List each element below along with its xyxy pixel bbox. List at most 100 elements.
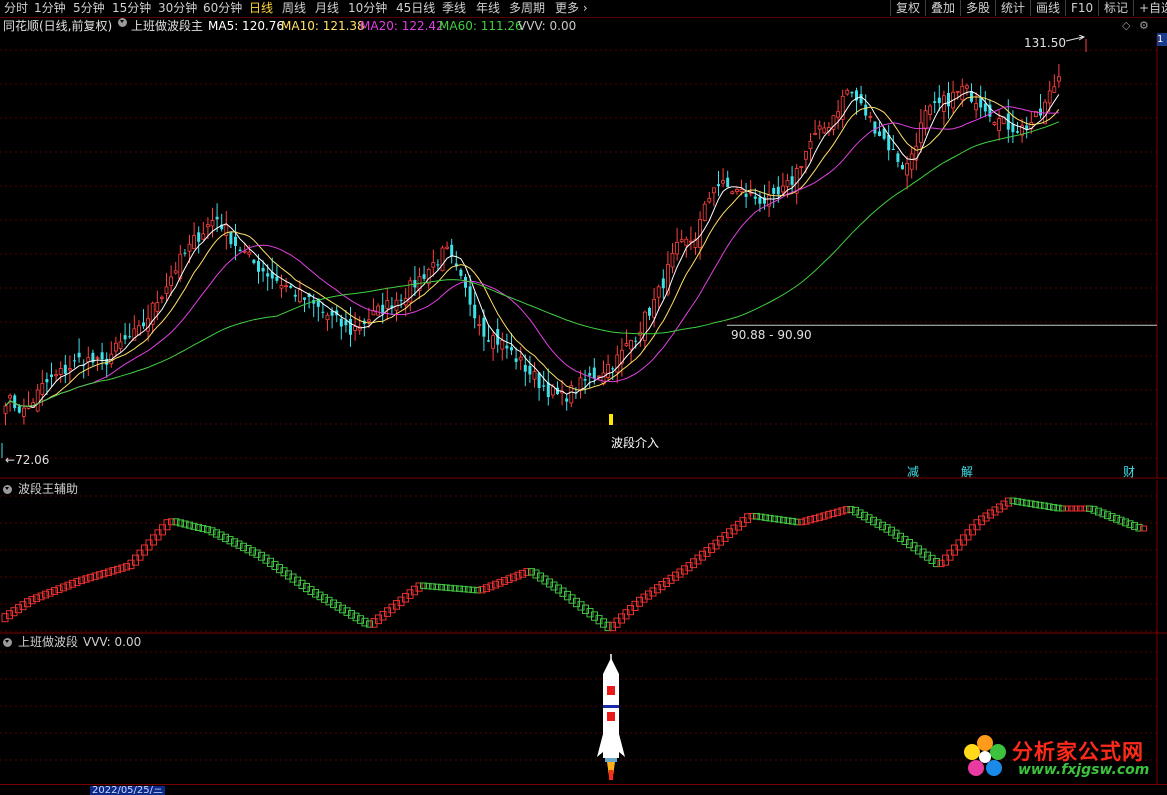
tab-yearly[interactable]: 年线 bbox=[476, 0, 500, 17]
wave-step bbox=[406, 589, 414, 599]
candle-body bbox=[896, 153, 900, 162]
period-toolbar: 分时 1分钟 5分钟 15分钟 30分钟 60分钟 日线 周线 月线 10分钟 … bbox=[0, 0, 1167, 18]
wave-step bbox=[582, 604, 589, 614]
wave-step bbox=[307, 586, 315, 595]
wave-step bbox=[267, 557, 274, 567]
candle-body bbox=[73, 360, 76, 362]
wave-step bbox=[645, 590, 652, 600]
indicator-name[interactable]: 上班做波段主 bbox=[131, 18, 203, 34]
settings-icon[interactable]: ⚙ bbox=[1139, 18, 1149, 34]
tab-30min[interactable]: 30分钟 bbox=[158, 0, 197, 17]
price-axis-tag: 1 bbox=[1157, 33, 1167, 46]
tab-monthly[interactable]: 月线 bbox=[315, 0, 339, 17]
wave-step bbox=[213, 529, 220, 538]
wave-step bbox=[496, 578, 504, 587]
candle-body bbox=[293, 294, 297, 297]
wave-step bbox=[321, 594, 328, 603]
diamond-icon[interactable]: ◇ bbox=[1122, 18, 1130, 34]
wave-step bbox=[1108, 513, 1116, 521]
wave-step bbox=[226, 536, 234, 545]
tab-multi-period[interactable]: 多周期 bbox=[509, 0, 545, 17]
event-label-finance[interactable]: 财 bbox=[1123, 465, 1135, 479]
overlay-button[interactable]: 叠加 bbox=[925, 0, 960, 16]
wave-step bbox=[1104, 511, 1111, 520]
candle-body bbox=[128, 336, 132, 338]
add-watchlist-button[interactable]: +自选 bbox=[1133, 0, 1167, 16]
price-level-label: 90.88 - 90.90 bbox=[731, 328, 812, 342]
candle-body bbox=[997, 118, 1001, 131]
wave-step bbox=[865, 514, 873, 523]
multi-stock-button[interactable]: 多股 bbox=[960, 0, 995, 16]
statistics-button[interactable]: 统计 bbox=[995, 0, 1030, 16]
wave-step bbox=[294, 576, 301, 586]
wave-step bbox=[483, 584, 490, 593]
candle-body bbox=[183, 252, 187, 254]
wave-step bbox=[393, 600, 400, 610]
wave-step bbox=[316, 591, 324, 601]
candle-body bbox=[1016, 131, 1019, 133]
event-label-reduce[interactable]: 减 bbox=[907, 465, 919, 479]
candle-body bbox=[349, 318, 352, 335]
candle-body bbox=[923, 110, 928, 130]
candle-body bbox=[266, 273, 270, 277]
candle-body bbox=[744, 193, 748, 197]
candle-body bbox=[261, 267, 265, 272]
wave-step bbox=[730, 524, 738, 535]
wave-step bbox=[33, 594, 40, 603]
wave-step bbox=[546, 578, 553, 588]
vvv-value: VVV: 0.00 bbox=[518, 19, 577, 33]
candle-body bbox=[477, 324, 482, 326]
tab-10min[interactable]: 10分钟 bbox=[348, 0, 387, 17]
wave-step bbox=[852, 506, 859, 516]
main-price-chart[interactable] bbox=[0, 35, 1167, 479]
candle-body bbox=[366, 319, 371, 322]
tab-more[interactable]: 更多 › bbox=[555, 0, 588, 17]
mark-button[interactable]: 标记 bbox=[1098, 0, 1133, 16]
tab-weekly[interactable]: 周线 bbox=[282, 0, 306, 17]
candle-body bbox=[431, 262, 436, 268]
tab-60min[interactable]: 60分钟 bbox=[203, 0, 242, 17]
wave-step bbox=[712, 539, 720, 550]
event-label-unlock[interactable]: 解 bbox=[961, 465, 973, 479]
candle-body bbox=[3, 405, 8, 414]
candle-body bbox=[661, 278, 665, 289]
rocket-body bbox=[603, 674, 619, 734]
restore-rights-button[interactable]: 复权 bbox=[890, 0, 925, 16]
tab-5min[interactable]: 5分钟 bbox=[73, 0, 105, 17]
draw-line-button[interactable]: 画线 bbox=[1030, 0, 1065, 16]
tab-15min[interactable]: 15分钟 bbox=[112, 0, 151, 17]
candle-body bbox=[804, 150, 808, 160]
candle-body bbox=[275, 276, 279, 281]
f10-button[interactable]: F10 bbox=[1065, 0, 1098, 16]
dropdown-icon[interactable] bbox=[118, 18, 127, 27]
candle-body bbox=[937, 97, 941, 104]
rocket-window bbox=[607, 712, 615, 721]
tab-1min[interactable]: 1分钟 bbox=[34, 0, 66, 17]
wave-step bbox=[699, 550, 706, 561]
tab-daily[interactable]: 日线 bbox=[249, 0, 273, 17]
wave-step bbox=[1131, 522, 1138, 530]
wave-step bbox=[676, 568, 684, 578]
wave-step bbox=[586, 608, 594, 618]
wave-step bbox=[231, 538, 238, 547]
candle-body bbox=[776, 186, 780, 195]
wave-indicator-chart[interactable] bbox=[0, 480, 1167, 634]
candle-body bbox=[781, 185, 785, 193]
wave-step bbox=[564, 590, 571, 601]
tab-quarterly[interactable]: 季线 bbox=[442, 0, 466, 17]
wave-step bbox=[888, 526, 895, 536]
wave-step bbox=[271, 560, 279, 571]
candle-body bbox=[173, 270, 178, 274]
wave-step bbox=[19, 601, 27, 611]
rocket-fin bbox=[597, 734, 603, 757]
candle-body bbox=[155, 302, 160, 312]
wave-step bbox=[991, 506, 999, 516]
candle-body bbox=[491, 335, 496, 349]
wave-step bbox=[690, 558, 697, 569]
tab-minute-chart[interactable]: 分时 bbox=[4, 0, 28, 17]
wave-step bbox=[258, 551, 265, 561]
wave-step bbox=[370, 618, 378, 628]
candle-body bbox=[77, 352, 81, 358]
candle-body bbox=[606, 364, 610, 378]
tab-45day[interactable]: 45日线 bbox=[396, 0, 435, 17]
